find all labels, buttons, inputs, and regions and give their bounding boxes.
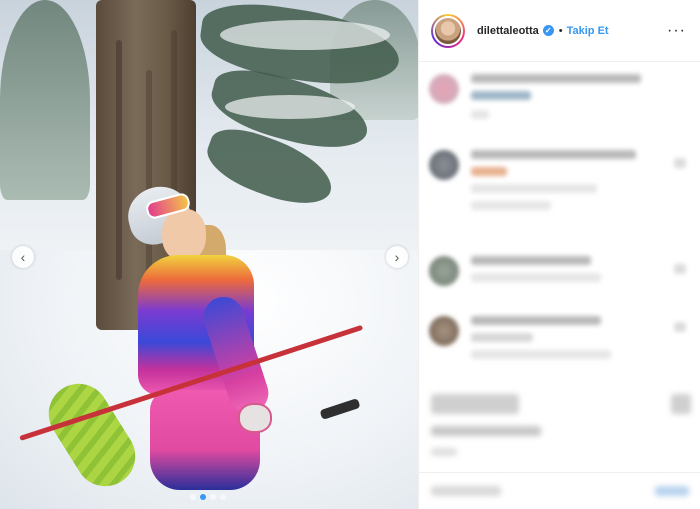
save-icon-blurred[interactable] [671,394,691,414]
avatar [429,316,459,346]
post-side-panel: dilettaleotta ✓ • Takip Et ··· [418,0,700,509]
post-header: dilettaleotta ✓ • Takip Et ··· [419,0,700,62]
blurred-text [471,167,507,176]
post-comment-button-blurred[interactable] [655,486,689,496]
action-icons-blurred[interactable] [431,394,519,414]
add-comment-input-blurred[interactable] [431,486,501,496]
post-photo[interactable]: ‹ › [0,0,418,509]
comment-blurred [429,150,636,218]
snow-on-branch [220,20,390,50]
comment-blurred [429,256,601,290]
username-link[interactable]: dilettaleotta ✓ [477,25,554,37]
blurred-text [471,350,611,359]
blurred-text [471,201,551,210]
background-tree [0,0,90,200]
avatar [433,15,463,46]
blurred-text [471,91,531,100]
blurred-text [471,256,591,265]
carousel-dot [200,494,206,500]
like-comment-icon[interactable] [674,264,686,274]
carousel-dots [190,494,226,500]
blurred-text [471,74,641,83]
blurred-text [471,273,601,282]
carousel-dot [210,494,216,500]
timestamp-blurred [431,448,457,456]
chevron-left-icon: ‹ [20,249,26,265]
carousel-prev-button[interactable]: ‹ [12,246,34,268]
separator-dot: • [558,24,563,37]
follow-button[interactable]: Takip Et [567,25,609,37]
blurred-text [471,333,533,342]
avatar-story-ring[interactable] [431,13,465,48]
verified-badge-icon: ✓ [542,25,554,37]
chevron-right-icon: › [394,249,400,265]
blurred-text [471,110,489,119]
snow-on-branch [225,95,355,119]
avatar [429,150,459,180]
caption-blurred [429,74,641,127]
carousel-dot [190,494,196,500]
skier-woman [120,179,300,505]
avatar [429,256,459,286]
divider [419,472,700,473]
more-options-icon[interactable]: ··· [667,22,686,40]
avatar [429,74,459,104]
username: dilettaleotta [477,24,539,37]
carousel-dot [220,494,226,500]
likes-count-blurred [431,426,541,436]
like-comment-icon[interactable] [674,158,686,168]
like-comment-icon[interactable] [674,322,686,332]
blurred-text [471,150,636,159]
carousel-next-button[interactable]: › [386,246,408,268]
face [162,209,206,261]
blurred-text [471,184,597,193]
glove [238,403,272,433]
comment-blurred [429,316,611,367]
blurred-text [471,316,601,325]
